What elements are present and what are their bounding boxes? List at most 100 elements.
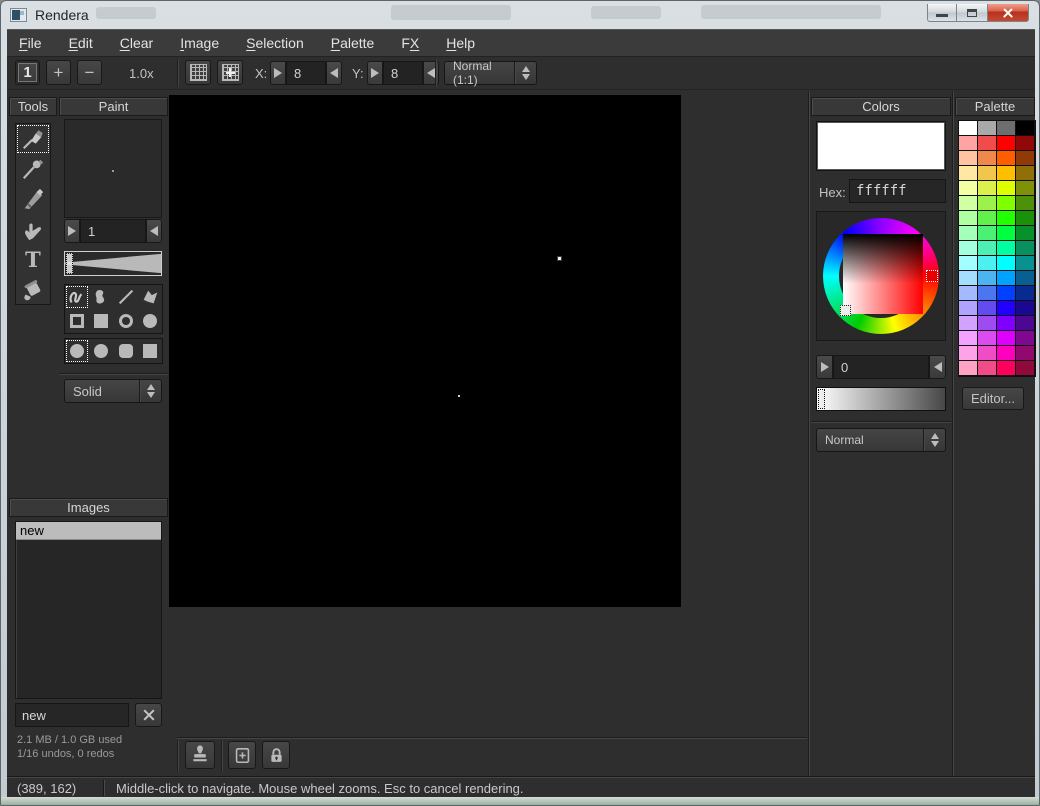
hex-input[interactable]: ffffff bbox=[849, 179, 946, 203]
palette-swatch[interactable] bbox=[997, 121, 1016, 136]
hue-marker[interactable] bbox=[926, 270, 938, 282]
palette-swatch[interactable] bbox=[978, 316, 997, 331]
palette-swatch[interactable] bbox=[959, 181, 978, 196]
menu-palette[interactable]: Palette bbox=[331, 35, 375, 51]
palette-swatch[interactable] bbox=[997, 331, 1016, 346]
slider-handle[interactable] bbox=[818, 389, 825, 409]
palette-swatch[interactable] bbox=[959, 196, 978, 211]
palette-swatch[interactable] bbox=[959, 316, 978, 331]
palette-swatch[interactable] bbox=[997, 166, 1016, 181]
palette-swatch[interactable] bbox=[1016, 361, 1035, 376]
delete-image-button[interactable] bbox=[135, 703, 162, 727]
palette-swatch[interactable] bbox=[959, 226, 978, 241]
palette-swatch[interactable] bbox=[1016, 226, 1035, 241]
close-button[interactable] bbox=[987, 4, 1029, 22]
palette-swatch[interactable] bbox=[978, 346, 997, 361]
paint-mode-line-button[interactable] bbox=[114, 285, 138, 309]
menu-selection[interactable]: Selection bbox=[246, 35, 304, 51]
palette-swatch[interactable] bbox=[1016, 301, 1035, 316]
tool-offset-button[interactable] bbox=[16, 214, 50, 244]
grid-y-value[interactable]: 8 bbox=[383, 61, 423, 85]
palette-swatch[interactable] bbox=[959, 166, 978, 181]
palette-swatch[interactable] bbox=[1016, 151, 1035, 166]
palette-swatch[interactable] bbox=[997, 136, 1016, 151]
grid-toggle-button[interactable] bbox=[185, 60, 211, 85]
image-name-input[interactable]: new bbox=[15, 703, 129, 727]
palette-swatch[interactable] bbox=[1016, 211, 1035, 226]
saturation-value-square[interactable] bbox=[843, 234, 923, 314]
tool-fill-button[interactable] bbox=[16, 274, 50, 304]
grid-y-decrement-button[interactable] bbox=[367, 61, 383, 85]
brush-size-value[interactable]: 1 bbox=[80, 219, 146, 243]
color-value-field[interactable]: 0 bbox=[833, 355, 929, 379]
tool-knife-button[interactable] bbox=[16, 184, 50, 214]
grid-x-value[interactable]: 8 bbox=[286, 61, 326, 85]
sv-marker[interactable] bbox=[840, 305, 851, 316]
palette-swatch[interactable] bbox=[978, 211, 997, 226]
palette-swatch[interactable] bbox=[997, 196, 1016, 211]
palette-swatch[interactable] bbox=[959, 286, 978, 301]
palette-swatch[interactable] bbox=[978, 331, 997, 346]
palette-swatch[interactable] bbox=[1016, 166, 1035, 181]
view-mode-dropdown[interactable]: Normal (1:1) bbox=[444, 61, 537, 85]
palette-swatch[interactable] bbox=[978, 301, 997, 316]
palette-swatch[interactable] bbox=[1016, 271, 1035, 286]
brush-opacity-slider[interactable] bbox=[64, 251, 162, 276]
palette-swatch[interactable] bbox=[997, 151, 1016, 166]
palette-swatch[interactable] bbox=[959, 136, 978, 151]
menu-clear[interactable]: Clear bbox=[120, 35, 153, 51]
palette-swatch[interactable] bbox=[959, 256, 978, 271]
transparency-slider[interactable] bbox=[816, 387, 946, 411]
palette-swatch[interactable] bbox=[997, 241, 1016, 256]
tool-getcolor-button[interactable] bbox=[16, 154, 50, 184]
origin-button[interactable] bbox=[228, 741, 256, 769]
palette-swatch[interactable] bbox=[978, 286, 997, 301]
tool-paint-button[interactable] bbox=[16, 124, 50, 154]
palette-swatch[interactable] bbox=[1016, 196, 1035, 211]
palette-swatch[interactable] bbox=[997, 301, 1016, 316]
brush-size-increment-button[interactable] bbox=[146, 219, 162, 243]
titlebar[interactable]: Rendera bbox=[1, 1, 1039, 29]
edge-rounded-square-button[interactable] bbox=[114, 339, 138, 363]
palette-swatch[interactable] bbox=[997, 211, 1016, 226]
grid-x-increment-button[interactable] bbox=[326, 61, 342, 85]
palette-editor-button[interactable]: Editor... bbox=[962, 387, 1024, 410]
paint-mode-polygon-button[interactable] bbox=[138, 285, 162, 309]
fill-mode-dropdown[interactable]: Solid bbox=[64, 379, 162, 403]
edge-soft-round-button[interactable] bbox=[65, 339, 89, 363]
slider-handle[interactable] bbox=[66, 253, 73, 274]
palette-swatch[interactable] bbox=[997, 316, 1016, 331]
menu-edit[interactable]: Edit bbox=[69, 35, 93, 51]
palette-swatch[interactable] bbox=[978, 241, 997, 256]
palette-swatch[interactable] bbox=[978, 136, 997, 151]
palette-swatch[interactable] bbox=[1016, 181, 1035, 196]
grid-x-decrement-button[interactable] bbox=[270, 61, 286, 85]
grid-y-increment-button[interactable] bbox=[423, 61, 439, 85]
constrain-button[interactable] bbox=[262, 741, 290, 769]
edge-square-button[interactable] bbox=[138, 339, 162, 363]
palette-swatch[interactable] bbox=[997, 346, 1016, 361]
palette-swatch[interactable] bbox=[959, 346, 978, 361]
palette-swatch[interactable] bbox=[1016, 331, 1035, 346]
color-value-increment-button[interactable] bbox=[929, 355, 946, 379]
palette-swatch[interactable] bbox=[997, 286, 1016, 301]
palette-swatch[interactable] bbox=[978, 271, 997, 286]
palette-swatch[interactable] bbox=[997, 361, 1016, 376]
palette-swatch[interactable] bbox=[978, 361, 997, 376]
blend-mode-dropdown[interactable]: Normal bbox=[816, 428, 946, 452]
grid-snap-button[interactable] bbox=[217, 60, 243, 85]
palette-swatch[interactable] bbox=[997, 226, 1016, 241]
palette-swatch[interactable] bbox=[978, 196, 997, 211]
palette-swatch[interactable] bbox=[959, 301, 978, 316]
palette-swatch[interactable] bbox=[959, 331, 978, 346]
color-value-decrement-button[interactable] bbox=[816, 355, 833, 379]
palette-swatch[interactable] bbox=[959, 241, 978, 256]
palette-swatch[interactable] bbox=[1016, 136, 1035, 151]
color-wheel[interactable] bbox=[816, 211, 946, 341]
brush-preview[interactable] bbox=[64, 119, 162, 218]
paint-mode-filled-oval-button[interactable] bbox=[138, 309, 162, 333]
page-button[interactable]: 1 bbox=[15, 60, 40, 85]
palette-swatch[interactable] bbox=[978, 151, 997, 166]
palette-swatch[interactable] bbox=[997, 271, 1016, 286]
palette-swatch[interactable] bbox=[978, 181, 997, 196]
